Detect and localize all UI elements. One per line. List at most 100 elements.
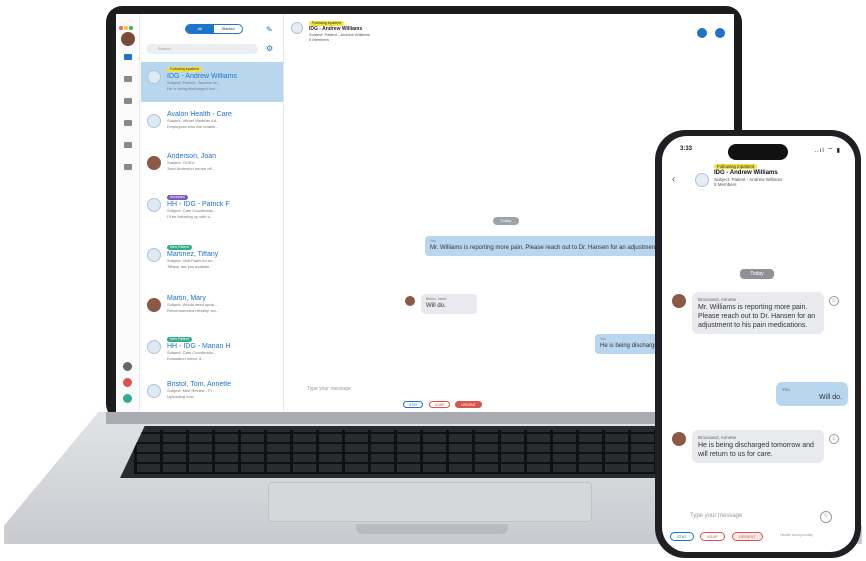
list-item-name: Avalon Health - Care bbox=[167, 111, 232, 118]
status-badge: New Patient bbox=[167, 337, 192, 342]
react-icon[interactable]: ☺ bbox=[829, 296, 839, 306]
avatar[interactable] bbox=[121, 32, 135, 46]
quick-stat[interactable]: STAT bbox=[403, 401, 424, 408]
laptop-hinge bbox=[106, 412, 742, 424]
message-sender: You bbox=[782, 387, 790, 392]
info-icon[interactable] bbox=[715, 28, 725, 38]
list-item-preview: Uploading now bbox=[167, 394, 194, 399]
back-icon[interactable]: ‹ bbox=[672, 174, 675, 185]
quick-urgent[interactable]: URGENT bbox=[732, 532, 763, 541]
person-avatar bbox=[147, 156, 161, 170]
message-bubble[interactable]: Broussard, Annette Mr. Williams is repor… bbox=[692, 292, 824, 334]
message-text: Will do. bbox=[426, 303, 446, 309]
status-icon[interactable] bbox=[123, 394, 132, 403]
keyboard bbox=[120, 426, 736, 478]
search-input[interactable]: Search bbox=[146, 44, 258, 54]
message-bubble[interactable]: Broussard, Annette He is being discharge… bbox=[692, 430, 824, 463]
list-item-name: Martinez, Tiffany bbox=[167, 251, 219, 258]
message-text: Mr. Williams is reporting more pain. Ple… bbox=[698, 304, 816, 329]
group-avatar bbox=[291, 22, 303, 34]
quick-stat[interactable]: STAT bbox=[670, 532, 694, 541]
handle-anonymously-toggle[interactable]: Handle Anonymously bbox=[780, 533, 850, 537]
list-item-preview: Recommended Healthy, wo... bbox=[167, 308, 220, 313]
person-avatar bbox=[147, 298, 161, 312]
filter-icon[interactable]: ⚙ bbox=[266, 44, 273, 53]
sender-avatar bbox=[672, 432, 686, 446]
phone-icon bbox=[124, 142, 132, 148]
signal-icons: ..ıl ⌔ ▮ bbox=[814, 148, 841, 154]
list-item-name: Martin, Mary bbox=[167, 295, 206, 302]
phone-screen: 3:33 ..ıl ⌔ ▮ ‹ Following inpatient IDG … bbox=[662, 136, 855, 552]
quick-asap[interactable]: ASAP bbox=[429, 401, 451, 408]
keys bbox=[134, 430, 722, 474]
nav-more[interactable] bbox=[118, 164, 138, 171]
list-item-preview: Tiffany, are you availabl... bbox=[167, 264, 213, 269]
nav-contacts[interactable] bbox=[118, 76, 138, 83]
react-icon[interactable]: ☺ bbox=[829, 434, 839, 444]
member-count[interactable]: 5 Members bbox=[714, 182, 737, 187]
close-dot[interactable] bbox=[119, 26, 123, 30]
message-text: Will do. bbox=[819, 394, 842, 401]
list-item[interactable]: Following inpatient IDG - Andrew William… bbox=[141, 62, 283, 102]
trackpad bbox=[268, 482, 592, 522]
member-count[interactable]: 5 Members bbox=[309, 37, 329, 42]
notification-icon[interactable] bbox=[123, 378, 132, 387]
status-time: 3:33 bbox=[680, 146, 693, 152]
list-item[interactable]: Anderson, Joan Subject: OOKU Joan Anders… bbox=[141, 148, 283, 188]
message-bubble[interactable]: Bristol, Janet Will do. bbox=[421, 294, 477, 314]
list-item-name: Anderson, Joan bbox=[167, 153, 217, 160]
nav-alerts[interactable] bbox=[118, 98, 138, 105]
list-item[interactable]: New Patient Martinez, Tiffany Subject: V… bbox=[141, 240, 283, 280]
list-item[interactable]: Avalon Health - Care Subject: Winter Wea… bbox=[141, 106, 283, 146]
emoji-icon[interactable]: ☺ bbox=[820, 511, 832, 523]
list-item-name: HH - IDG - Patrick F bbox=[167, 201, 230, 208]
list-item-preview: I'll be following up with o... bbox=[167, 214, 214, 219]
laptop-screen: All Starred ✎ Search ⚙ Following inpatie… bbox=[116, 14, 734, 412]
print-icon[interactable] bbox=[697, 28, 707, 38]
seg-starred[interactable]: Starred bbox=[214, 25, 242, 33]
group-avatar bbox=[147, 70, 161, 84]
compose-icon[interactable]: ✎ bbox=[266, 25, 273, 34]
list-item[interactable]: Martin, Mary Subject: Would need upda...… bbox=[141, 290, 283, 330]
group-avatar bbox=[695, 173, 709, 187]
nav-chat[interactable] bbox=[118, 54, 138, 61]
quick-urgent[interactable]: URGENT bbox=[455, 401, 482, 408]
quick-asap[interactable]: ASAP bbox=[700, 532, 725, 541]
dynamic-island bbox=[728, 144, 788, 160]
list-item-preview: Employees who are unable... bbox=[167, 124, 219, 129]
message-sender: Broussard, Annette bbox=[698, 435, 737, 440]
more-icon bbox=[124, 164, 132, 170]
message-sender: Broussard, Annette bbox=[698, 297, 737, 302]
list-item-name: HH - IDG - Marian H bbox=[167, 343, 231, 350]
message-bubble[interactable]: You Will do. bbox=[776, 382, 848, 406]
laptop-notch bbox=[356, 524, 508, 534]
list-item[interactable]: Bristol, Tom, Annette Subject: Med Revie… bbox=[141, 376, 283, 412]
nav-calls[interactable] bbox=[118, 142, 138, 149]
oncall-icon bbox=[124, 120, 132, 126]
group-avatar bbox=[147, 248, 161, 262]
group-avatar bbox=[147, 340, 161, 354]
message-text: He is being discharged tomorrow and will… bbox=[698, 442, 814, 458]
status-badge: Following inpatient bbox=[167, 67, 202, 72]
group-avatar bbox=[147, 384, 161, 398]
group-avatar bbox=[147, 114, 161, 128]
contacts-icon bbox=[124, 76, 132, 82]
list-item[interactable]: New Patient HH - IDG - Marian H Subject:… bbox=[141, 332, 283, 372]
date-divider: Today bbox=[740, 269, 774, 279]
seg-all[interactable]: All bbox=[186, 25, 214, 33]
chat-icon bbox=[124, 54, 132, 60]
minimize-dot[interactable] bbox=[124, 26, 128, 30]
maximize-dot[interactable] bbox=[129, 26, 133, 30]
conversation-list: All Starred ✎ Search ⚙ Following inpatie… bbox=[141, 14, 284, 412]
nav-oncall[interactable] bbox=[118, 120, 138, 127]
settings-icon[interactable] bbox=[123, 362, 132, 371]
chat-header: ‹ Following inpatient IDG - Andrew Willi… bbox=[670, 164, 850, 200]
list-item-preview: Evaluation noted, d... bbox=[167, 356, 205, 361]
nav-rail bbox=[116, 14, 140, 412]
chat-title[interactable]: IDG - Andrew Williams bbox=[714, 169, 783, 177]
date-divider: Today bbox=[493, 217, 519, 225]
list-item-preview: He is being discharged tom... bbox=[167, 86, 219, 91]
list-item-name: Bristol, Tom, Annette bbox=[167, 381, 232, 388]
list-item[interactable]: Accepted HH - IDG - Patrick F Subject: C… bbox=[141, 190, 283, 230]
list-item-name: IDG - Andrew Williams bbox=[167, 73, 238, 80]
